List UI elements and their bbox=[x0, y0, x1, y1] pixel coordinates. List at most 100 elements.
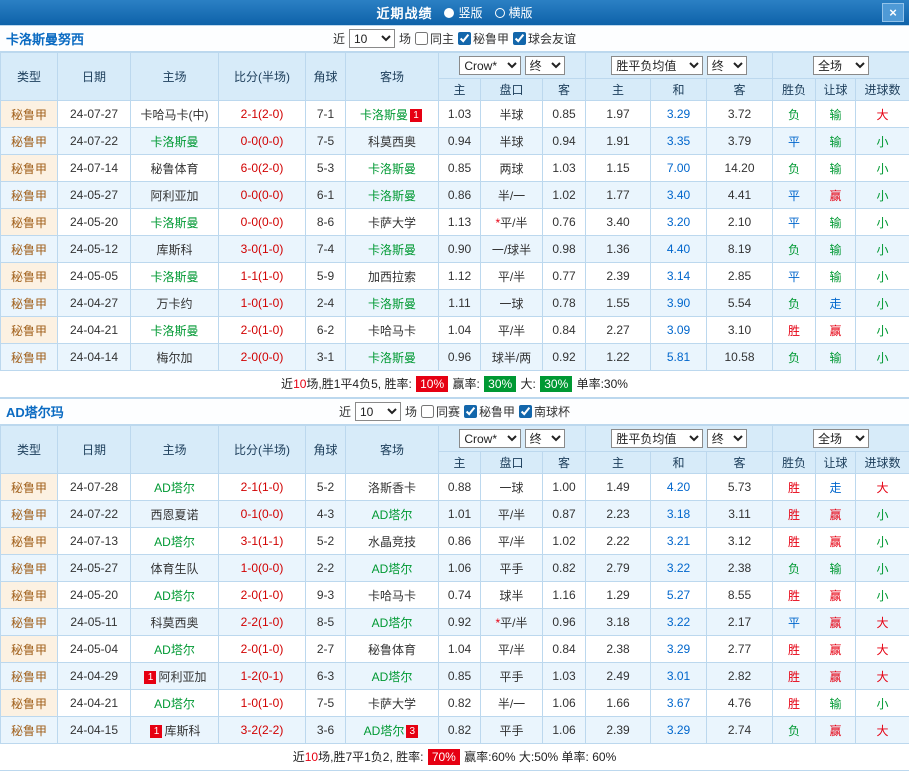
team-link[interactable]: AD塔尔 bbox=[154, 643, 195, 657]
team-link[interactable]: 卡洛斯曼 bbox=[150, 216, 198, 230]
odds-stage-select[interactable]: 终 bbox=[525, 429, 565, 448]
score-cell[interactable]: 3-2(2-2) bbox=[219, 717, 306, 744]
radio-horizontal-label: 横版 bbox=[509, 4, 533, 21]
avg-odds-select[interactable]: 胜平负均值 bbox=[611, 429, 703, 448]
team-link[interactable]: AD塔尔 bbox=[372, 508, 413, 522]
team-link[interactable]: AD塔尔 bbox=[364, 724, 405, 738]
handicap-cell: *平/半 bbox=[481, 609, 543, 636]
friendly-checkbox[interactable] bbox=[513, 32, 526, 45]
team-link[interactable]: 阿利亚加 bbox=[158, 670, 206, 684]
avg-home-cell: 1.36 bbox=[586, 236, 651, 263]
filter-same-comp[interactable]: 同赛 bbox=[421, 403, 460, 420]
team-link[interactable]: AD塔尔 bbox=[372, 670, 413, 684]
result-cell: 负 bbox=[773, 344, 816, 371]
team-link[interactable]: 阿利亚加 bbox=[150, 189, 198, 203]
score-cell[interactable]: 3-0(1-0) bbox=[219, 236, 306, 263]
team-link[interactable]: 卡哈马卡(中) bbox=[141, 108, 209, 122]
home-odds-cell: 0.85 bbox=[439, 155, 481, 182]
score-cell[interactable]: 0-1(0-0) bbox=[219, 501, 306, 528]
avg-odds-select[interactable]: 胜平负均值 bbox=[611, 56, 703, 75]
same-comp-checkbox[interactable] bbox=[421, 405, 434, 418]
team-link[interactable]: 库斯科 bbox=[156, 243, 192, 257]
filter-friendly[interactable]: 球会友谊 bbox=[513, 30, 576, 47]
team-link[interactable]: 水晶竞技 bbox=[368, 535, 416, 549]
team-link[interactable]: 卡萨大学 bbox=[368, 697, 416, 711]
team-link[interactable]: 体育生队 bbox=[150, 562, 198, 576]
sub-avg-draw: 和 bbox=[651, 79, 707, 101]
layout-radio-horizontal[interactable]: 横版 bbox=[495, 4, 533, 21]
team-link[interactable]: 卡洛斯曼 bbox=[368, 297, 416, 311]
team-link[interactable]: 卡哈马卡 bbox=[368, 589, 416, 603]
team-link[interactable]: 卡洛斯曼 bbox=[150, 135, 198, 149]
team-link[interactable]: AD塔尔 bbox=[372, 562, 413, 576]
bookmaker-select[interactable]: Crow* bbox=[459, 56, 521, 75]
avg-stage-select[interactable]: 终 bbox=[707, 56, 747, 75]
team-link[interactable]: 洛斯香卡 bbox=[368, 481, 416, 495]
filter-league[interactable]: 秘鲁甲 bbox=[464, 403, 515, 420]
cup-checkbox[interactable] bbox=[519, 405, 532, 418]
team-link[interactable]: 科莫西奥 bbox=[368, 135, 416, 149]
team-link[interactable]: 卡洛斯曼 bbox=[150, 324, 198, 338]
score-cell[interactable]: 1-0(1-0) bbox=[219, 290, 306, 317]
avg-away-cell: 2.77 bbox=[707, 636, 773, 663]
filter-league[interactable]: 秘鲁甲 bbox=[458, 30, 509, 47]
score-cell[interactable]: 1-0(1-0) bbox=[219, 690, 306, 717]
team-link[interactable]: 卡洛斯曼 bbox=[360, 108, 408, 122]
team-link[interactable]: 秘鲁体育 bbox=[368, 643, 416, 657]
team-link[interactable]: 卡洛斯曼 bbox=[368, 189, 416, 203]
close-icon[interactable]: × bbox=[882, 3, 904, 22]
score-cell[interactable]: 1-1(1-0) bbox=[219, 263, 306, 290]
recent-count-select[interactable]: 10 bbox=[355, 402, 401, 421]
team-link[interactable]: 卡洛斯曼 bbox=[368, 351, 416, 365]
team-link[interactable]: 库斯科 bbox=[164, 724, 200, 738]
team-link[interactable]: 秘鲁体育 bbox=[150, 162, 198, 176]
filter-cup[interactable]: 南球杯 bbox=[519, 403, 570, 420]
bookmaker-select[interactable]: Crow* bbox=[459, 429, 521, 448]
odds-stage-select[interactable]: 终 bbox=[525, 56, 565, 75]
score-cell[interactable]: 2-0(1-0) bbox=[219, 317, 306, 344]
scope-select[interactable]: 全场 bbox=[813, 429, 869, 448]
team-link[interactable]: 卡萨大学 bbox=[368, 216, 416, 230]
avg-stage-select[interactable]: 终 bbox=[707, 429, 747, 448]
score-cell[interactable]: 2-1(2-0) bbox=[219, 101, 306, 128]
handicap-result-cell: 赢 bbox=[816, 636, 856, 663]
score-cell[interactable]: 0-0(0-0) bbox=[219, 128, 306, 155]
match-row: 秘鲁甲24-04-21AD塔尔1-0(1-0)7-5卡萨大学0.82半/一1.0… bbox=[1, 690, 909, 717]
score-cell[interactable]: 2-0(1-0) bbox=[219, 636, 306, 663]
league-checkbox[interactable] bbox=[458, 32, 471, 45]
team-link[interactable]: 梅尔加 bbox=[156, 351, 192, 365]
league-checkbox[interactable] bbox=[464, 405, 477, 418]
score-cell[interactable]: 0-0(0-0) bbox=[219, 182, 306, 209]
score-cell[interactable]: 2-0(1-0) bbox=[219, 582, 306, 609]
score-cell[interactable]: 3-1(1-1) bbox=[219, 528, 306, 555]
score-cell[interactable]: 1-2(0-1) bbox=[219, 663, 306, 690]
team-link[interactable]: AD塔尔 bbox=[372, 616, 413, 630]
team-link[interactable]: 卡洛斯曼 bbox=[368, 243, 416, 257]
recent-count-select[interactable]: 10 bbox=[349, 29, 395, 48]
team-link[interactable]: 卡哈马卡 bbox=[368, 324, 416, 338]
team-link[interactable]: 卡洛斯曼 bbox=[150, 270, 198, 284]
radio-unselected-icon bbox=[495, 8, 505, 18]
team-link[interactable]: AD塔尔 bbox=[154, 589, 195, 603]
score-cell[interactable]: 2-0(0-0) bbox=[219, 344, 306, 371]
score-cell[interactable]: 2-2(1-0) bbox=[219, 609, 306, 636]
layout-radio-vertical[interactable]: 竖版 bbox=[444, 4, 482, 21]
avg-home-cell: 1.55 bbox=[586, 290, 651, 317]
team-link[interactable]: 卡洛斯曼 bbox=[368, 162, 416, 176]
score-cell[interactable]: 0-0(0-0) bbox=[219, 209, 306, 236]
team-link[interactable]: 西恩夏诺 bbox=[150, 508, 198, 522]
scope-select[interactable]: 全场 bbox=[813, 56, 869, 75]
team-link[interactable]: AD塔尔 bbox=[154, 697, 195, 711]
league-cell: 秘鲁甲 bbox=[1, 717, 58, 744]
score-cell[interactable]: 1-0(0-0) bbox=[219, 555, 306, 582]
team-link[interactable]: AD塔尔 bbox=[154, 535, 195, 549]
score-cell[interactable]: 6-0(2-0) bbox=[219, 155, 306, 182]
team-link[interactable]: 万卡约 bbox=[156, 297, 192, 311]
team-link[interactable]: 科莫西奥 bbox=[150, 616, 198, 630]
filter-same-home[interactable]: 同主 bbox=[415, 30, 454, 47]
same-home-checkbox[interactable] bbox=[415, 32, 428, 45]
score-cell[interactable]: 2-1(1-0) bbox=[219, 474, 306, 501]
team-link[interactable]: AD塔尔 bbox=[154, 481, 195, 495]
team-link[interactable]: 加西拉索 bbox=[368, 270, 416, 284]
radio-selected-icon bbox=[444, 8, 454, 18]
